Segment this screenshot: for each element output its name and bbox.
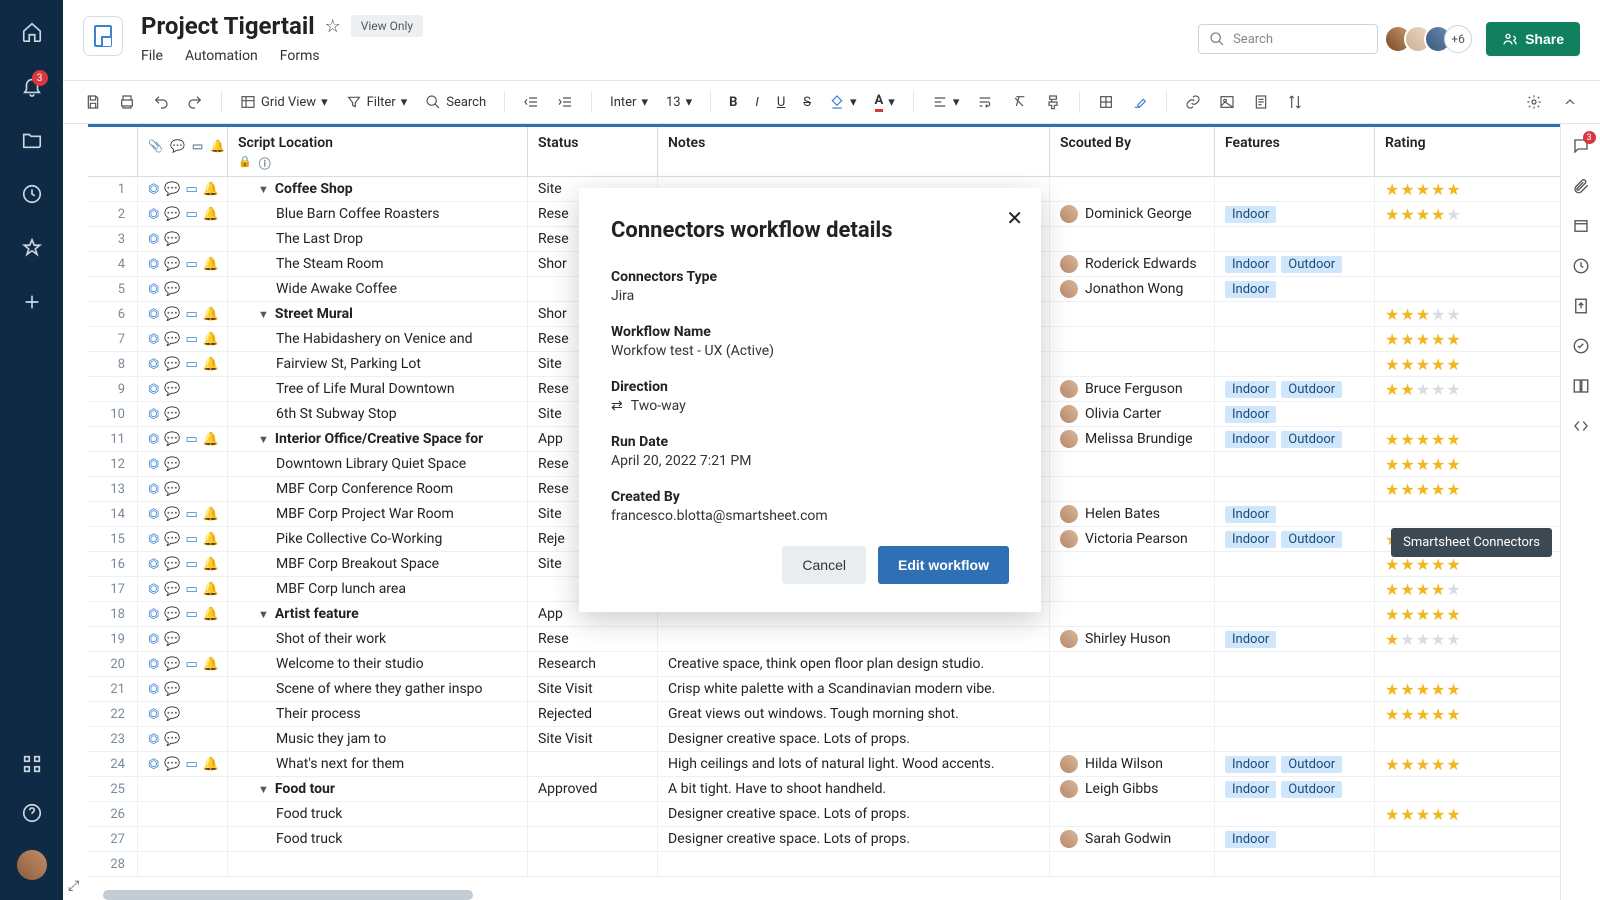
col-features[interactable]: Features [1225, 135, 1364, 151]
header: Project Tigertail ☆ View Only File Autom… [63, 0, 1600, 80]
workapps-icon[interactable] [1571, 376, 1591, 396]
table-row[interactable]: 21⏣💬Scene of where they gather inspoSite… [88, 677, 1560, 702]
textcolor-button[interactable]: A▾ [869, 89, 901, 116]
edit-workflow-button[interactable]: Edit workflow [878, 546, 1009, 584]
connectors-icon[interactable] [1571, 416, 1591, 436]
table-row[interactable]: 24⏣💬▭🔔What's next for themHigh ceilings … [88, 752, 1560, 777]
activity-log-icon[interactable] [1571, 256, 1591, 276]
col-script-location[interactable]: Script Location [238, 135, 517, 151]
close-icon[interactable]: ✕ [1006, 206, 1023, 230]
table-row[interactable]: 22⏣💬Their processRejectedGreat views out… [88, 702, 1560, 727]
bell-icon[interactable]: 3 [20, 74, 44, 98]
toolbar-search[interactable]: Search [419, 90, 492, 114]
filter-button[interactable]: Filter▾ [340, 90, 414, 114]
col-scouted-by[interactable]: Scouted By [1060, 135, 1204, 151]
col-notes[interactable]: Notes [668, 135, 1039, 151]
collapse-icon[interactable] [1556, 90, 1584, 114]
conversations-icon[interactable]: 3 [1571, 136, 1591, 156]
notification-badge: 3 [32, 70, 48, 86]
add-icon[interactable] [20, 290, 44, 314]
attachment-icon: 📎 [148, 139, 163, 153]
toolbar: Grid View▾ Filter▾ Search Inter▾ 13▾ B I… [63, 80, 1600, 124]
share-button[interactable]: Share [1486, 22, 1580, 56]
search-placeholder: Search [1233, 32, 1273, 47]
save-icon[interactable] [79, 90, 107, 114]
reminder-icon: 🔔 [210, 139, 225, 153]
horizontal-scrollbar[interactable] [103, 890, 473, 900]
collaborator-avatars[interactable]: +6 [1392, 25, 1472, 53]
people-icon [1502, 31, 1518, 47]
format-painter-icon[interactable] [1039, 90, 1067, 114]
menu-forms[interactable]: Forms [280, 48, 320, 64]
home-icon[interactable] [20, 20, 44, 44]
swap-icon: ⇄ [611, 398, 623, 414]
align-button[interactable]: ▾ [926, 90, 966, 114]
apps-icon[interactable] [20, 752, 44, 776]
summary-icon[interactable] [1571, 336, 1591, 356]
wrap-button[interactable] [971, 90, 999, 114]
more-count: +6 [1444, 25, 1472, 53]
redo-icon[interactable] [181, 90, 209, 114]
print-icon[interactable] [113, 90, 141, 114]
reorder-icon[interactable] [1281, 90, 1309, 114]
form-icon[interactable] [1247, 90, 1275, 114]
bold-button[interactable]: B [723, 91, 743, 114]
page-title: Project Tigertail [141, 12, 315, 40]
menu-automation[interactable]: Automation [185, 48, 258, 64]
cancel-button[interactable]: Cancel [782, 546, 866, 584]
font-select[interactable]: Inter▾ [604, 91, 654, 114]
fontsize-select[interactable]: 13▾ [660, 91, 698, 114]
sheet-icon[interactable] [83, 16, 123, 56]
indent-icon[interactable] [551, 90, 579, 114]
publish-icon[interactable] [1571, 296, 1591, 316]
global-search[interactable]: Search [1198, 24, 1378, 54]
table-row[interactable]: 26Food truckDesigner creative space. Lot… [88, 802, 1560, 827]
view-dropdown[interactable]: Grid View▾ [234, 90, 334, 114]
right-rail: 3 [1560, 124, 1600, 900]
user-avatar[interactable] [17, 850, 47, 880]
table-row[interactable]: 19⏣💬Shot of their workReseShirley HusonI… [88, 627, 1560, 652]
underline-button[interactable]: U [771, 91, 791, 114]
attachments-icon[interactable] [1571, 176, 1591, 196]
borders-icon[interactable] [1092, 90, 1120, 114]
proof-icon: ▭ [192, 139, 203, 153]
image-icon[interactable] [1213, 90, 1241, 114]
expand-icon[interactable]: ⤢ [68, 878, 79, 894]
italic-button[interactable]: I [749, 91, 764, 114]
menu-file[interactable]: File [141, 48, 163, 64]
table-row[interactable]: 23⏣💬Music they jam toSite VisitDesigner … [88, 727, 1560, 752]
highlight-icon[interactable] [1126, 90, 1154, 114]
col-status[interactable]: Status [538, 135, 647, 151]
settings-icon[interactable] [1520, 90, 1548, 114]
undo-icon[interactable] [147, 90, 175, 114]
view-only-badge: View Only [351, 15, 423, 37]
favorite-star-icon[interactable]: ☆ [325, 16, 341, 37]
outdent-icon[interactable] [517, 90, 545, 114]
recent-icon[interactable] [20, 182, 44, 206]
comment-icon: 💬 [170, 139, 185, 153]
star-icon[interactable] [20, 236, 44, 260]
col-rating[interactable]: Rating [1385, 135, 1545, 151]
search-icon [1209, 31, 1225, 47]
table-row[interactable]: 27Food truckDesigner creative space. Lot… [88, 827, 1560, 852]
table-row[interactable]: 28 [88, 852, 1560, 877]
workflow-details-modal: ✕ Connectors workflow details Connectors… [579, 188, 1041, 612]
left-navigation: 3 [0, 0, 63, 900]
fillcolor-button[interactable]: ▾ [823, 90, 863, 114]
column-headers: 📎 💬 ▭ 🔔 Script Location 🔒 ⓘ Status Notes Scou… [88, 127, 1560, 177]
connectors-tooltip: Smartsheet Connectors [1391, 528, 1552, 557]
strike-button[interactable]: S [797, 91, 817, 114]
table-row[interactable]: 25▼Food tourApprovedA bit tight. Have to… [88, 777, 1560, 802]
lock-icon: 🔒 [238, 155, 252, 172]
help-icon[interactable] [20, 801, 44, 825]
folder-icon[interactable] [20, 128, 44, 152]
clear-format-icon[interactable] [1005, 90, 1033, 114]
table-row[interactable]: 20⏣💬▭🔔Welcome to their studioResearchCre… [88, 652, 1560, 677]
info-icon: ⓘ [259, 155, 271, 172]
proofs-icon[interactable] [1571, 216, 1591, 236]
modal-title: Connectors workflow details [611, 218, 1009, 243]
link-icon[interactable] [1179, 90, 1207, 114]
